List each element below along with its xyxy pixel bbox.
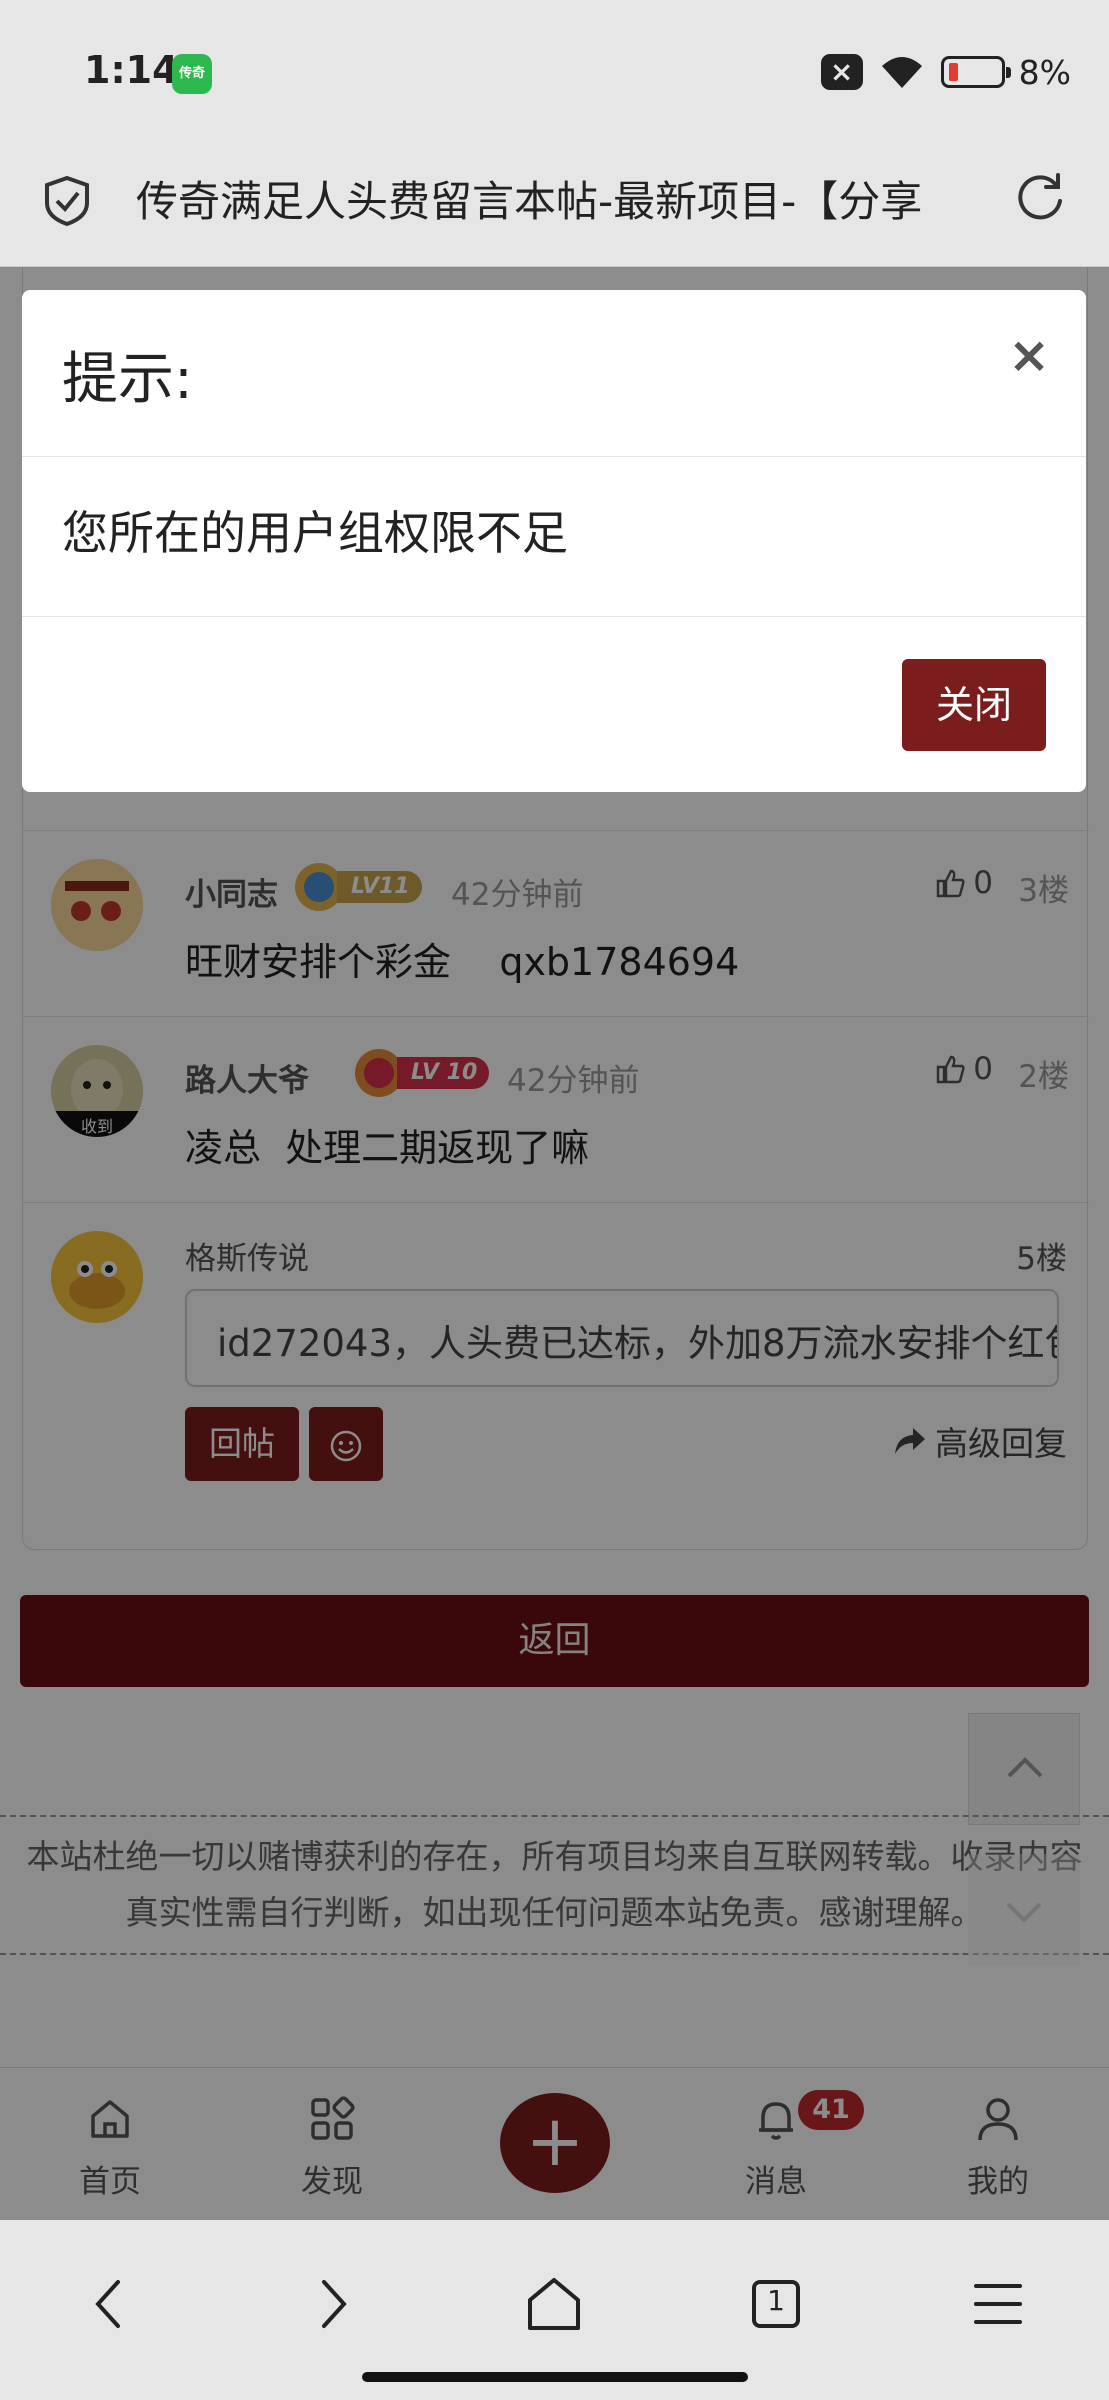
battery-level-fill <box>948 63 958 81</box>
battery-icon <box>940 56 1011 88</box>
back-arrow-icon[interactable] <box>78 2272 142 2336</box>
tab-count: 1 <box>767 2284 785 2317</box>
page-title[interactable]: 传奇满足人头费留言本帖-最新项目-【分享 <box>136 173 978 231</box>
browser-toolbar: 1 <box>0 2220 1109 2400</box>
status-indicators: × 8% <box>820 50 1071 94</box>
forward-arrow-icon[interactable] <box>300 2272 364 2336</box>
dialog-body: 您所在的用户组权限不足 <box>22 457 1086 617</box>
security-shield-icon[interactable] <box>42 175 92 227</box>
tabs-button[interactable]: 1 <box>744 2272 808 2336</box>
dialog-title: 提示: <box>62 347 193 412</box>
status-bar: 1:14 传奇 × 8% <box>0 0 1109 145</box>
menu-icon[interactable] <box>966 2272 1030 2336</box>
app-notification-icon: 传奇 <box>172 54 212 94</box>
refresh-icon[interactable] <box>1012 171 1068 227</box>
dialog-message: 您所在的用户组权限不足 <box>62 506 568 560</box>
dialog-header: 提示: × <box>22 290 1086 457</box>
dialog-close-button[interactable]: 关闭 <box>902 659 1046 751</box>
home-icon[interactable] <box>522 2272 586 2336</box>
browser-address-bar: 传奇满足人头费留言本帖-最新项目-【分享 <box>0 145 1109 267</box>
no-sim-icon: × <box>820 54 863 90</box>
close-icon[interactable]: × <box>1008 326 1050 384</box>
battery-percent: 8% <box>1018 52 1071 92</box>
alert-dialog: 提示: × 您所在的用户组权限不足 关闭 <box>22 290 1086 792</box>
status-time: 1:14 <box>84 48 179 92</box>
gesture-handle[interactable] <box>362 2372 748 2382</box>
wifi-icon <box>881 57 922 88</box>
